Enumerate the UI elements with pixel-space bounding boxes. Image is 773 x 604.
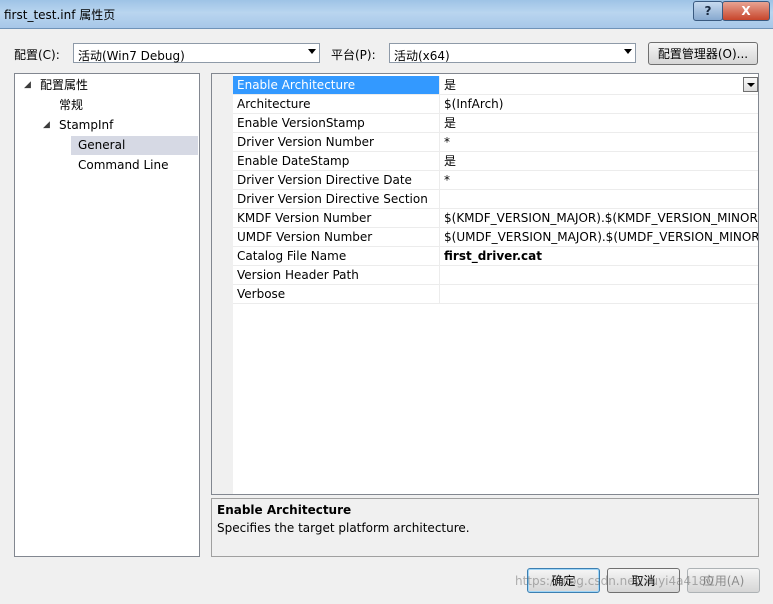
property-name: Version Header Path [237, 268, 359, 282]
property-row-version-header-path[interactable]: Version Header Path [233, 266, 758, 285]
property-name: Driver Version Directive Date [237, 173, 412, 187]
platform-select[interactable]: 活动(x64) [389, 43, 636, 63]
config-select-value: 活动(Win7 Debug) [78, 49, 185, 63]
description-title: Enable Architecture [217, 503, 352, 517]
description-panel: Enable Architecture Specifies the target… [211, 498, 759, 557]
tree-item-config-properties[interactable]: ◢ 配置属性 [15, 76, 199, 95]
close-icon: X [741, 4, 751, 18]
property-name: Driver Version Directive Section [237, 192, 428, 206]
expand-arrow-icon[interactable]: ◢ [43, 116, 50, 135]
property-grid: Enable Architecture 是 Architecture $(Inf… [211, 73, 759, 495]
tree-item-general-cn[interactable]: 常规 [15, 96, 199, 115]
property-name: Architecture [237, 97, 311, 111]
tree-item-label: 常规 [59, 98, 84, 112]
property-value[interactable]: * [439, 171, 758, 189]
property-row-verbose[interactable]: Verbose [233, 285, 758, 304]
property-value[interactable]: $(InfArch) [439, 95, 758, 113]
tree-item-general[interactable]: General [71, 136, 198, 155]
property-row-umdf-version[interactable]: UMDF Version Number $(UMDF_VERSION_MAJOR… [233, 228, 758, 247]
property-row-architecture[interactable]: Architecture $(InfArch) [233, 95, 758, 114]
property-name: UMDF Version Number [237, 230, 373, 244]
property-value[interactable]: $(UMDF_VERSION_MAJOR).$(UMDF_VERSION_MIN… [439, 228, 758, 246]
property-row-enable-datestamp[interactable]: Enable DateStamp 是 [233, 152, 758, 171]
property-value[interactable]: $(KMDF_VERSION_MAJOR).$(KMDF_VERSION_MIN… [439, 209, 758, 227]
title-bar: first_test.inf 属性页 ? X [0, 0, 773, 29]
config-select[interactable]: 活动(Win7 Debug) [73, 43, 320, 63]
close-button[interactable]: X [722, 1, 770, 21]
chevron-down-icon [624, 49, 632, 54]
property-value[interactable] [439, 190, 758, 208]
tree-item-label: StampInf [59, 118, 114, 132]
property-value-text: 是 [444, 78, 457, 92]
property-value[interactable]: * [439, 133, 758, 151]
property-value[interactable] [439, 285, 758, 303]
property-name: Verbose [237, 287, 286, 301]
property-value[interactable]: 是 [439, 76, 758, 94]
tree-item-label: General [78, 138, 126, 152]
tree-item-label: Command Line [78, 158, 169, 172]
tree-item-stampinf[interactable]: ◢ StampInf [15, 116, 199, 135]
property-name: Driver Version Number [237, 135, 374, 149]
property-name: KMDF Version Number [237, 211, 372, 225]
property-name: Enable VersionStamp [237, 116, 365, 130]
tree-item-command-line[interactable]: Command Line [15, 156, 199, 175]
property-value[interactable]: 是 [439, 152, 758, 170]
help-button[interactable]: ? [693, 1, 723, 21]
platform-select-value: 活动(x64) [394, 49, 450, 63]
property-name: Enable DateStamp [237, 154, 350, 168]
config-manager-button[interactable]: 配置管理器(O)... [648, 42, 758, 65]
platform-label: 平台(P): [331, 48, 376, 62]
property-tree: ◢ 配置属性 常规 ◢ StampInf General Command Lin… [14, 73, 200, 557]
property-name: Enable Architecture [233, 76, 439, 94]
property-row-driver-version-number[interactable]: Driver Version Number * [233, 133, 758, 152]
config-label: 配置(C): [14, 48, 60, 62]
property-row-enable-architecture[interactable]: Enable Architecture 是 [233, 76, 758, 95]
property-row-directive-date[interactable]: Driver Version Directive Date * [233, 171, 758, 190]
property-row-catalog-file-name[interactable]: Catalog File Name first_driver.cat [233, 247, 758, 266]
watermark: https://blog.csdn.net/xuyi4a4180 [515, 574, 715, 588]
property-row-enable-versionstamp[interactable]: Enable VersionStamp 是 [233, 114, 758, 133]
expand-arrow-icon[interactable]: ◢ [24, 76, 31, 95]
chevron-down-icon[interactable] [743, 77, 758, 92]
grid-gutter [212, 74, 233, 494]
property-name: Catalog File Name [237, 249, 347, 263]
help-icon: ? [704, 4, 712, 18]
window-title: first_test.inf 属性页 [4, 8, 116, 22]
property-row-directive-section[interactable]: Driver Version Directive Section [233, 190, 758, 209]
chevron-down-icon [308, 49, 316, 54]
description-text: Specifies the target platform architectu… [217, 521, 470, 535]
property-value[interactable]: 是 [439, 114, 758, 132]
property-value[interactable]: first_driver.cat [439, 247, 758, 265]
tree-item-label: 配置属性 [40, 78, 89, 92]
property-row-kmdf-version[interactable]: KMDF Version Number $(KMDF_VERSION_MAJOR… [233, 209, 758, 228]
property-value[interactable] [439, 266, 758, 284]
